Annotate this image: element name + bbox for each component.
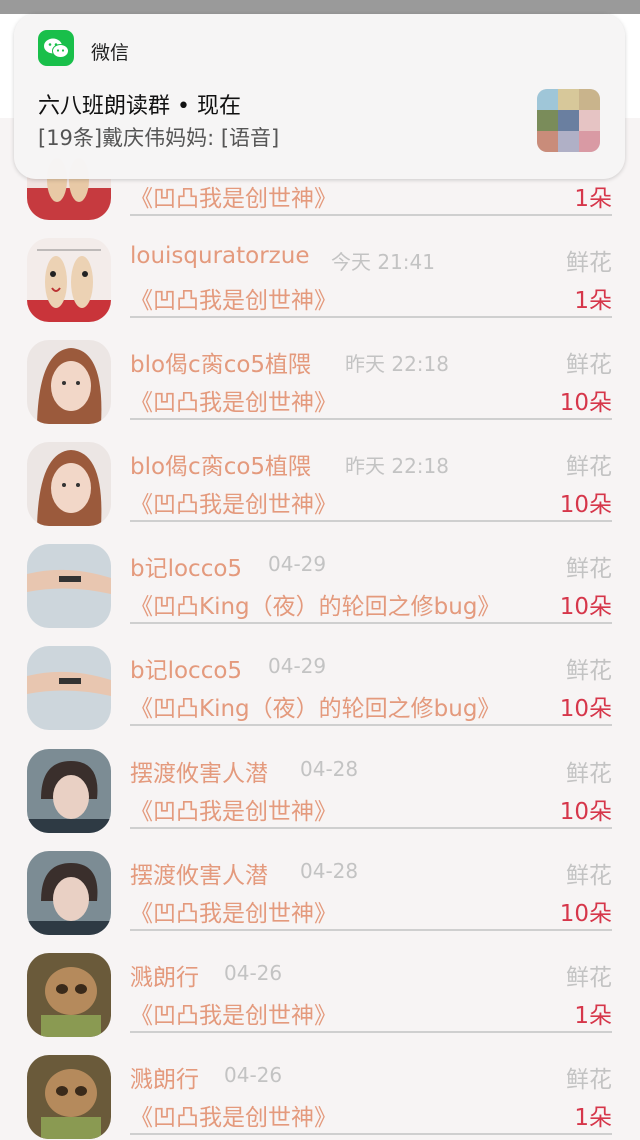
- list-item[interactable]: 溅朗行 04-26 鲜花 《凹凸我是创世神》 1朵: [0, 936, 640, 1038]
- user-name[interactable]: b记locco5: [130, 549, 242, 583]
- list-item[interactable]: 摆渡攸害人潜 04-28 鲜花 《凹凸我是创世神》 10朵: [0, 732, 640, 834]
- timestamp: 04-29: [268, 552, 327, 576]
- work-title[interactable]: 《凹凸我是创世神》: [130, 383, 337, 417]
- row-divider: [130, 622, 612, 624]
- group-avatar-grid: [537, 89, 600, 152]
- user-name[interactable]: 摆渡攸害人潜: [130, 754, 268, 788]
- row-divider: [130, 316, 612, 318]
- row-divider: [130, 418, 612, 420]
- avatar[interactable]: [27, 544, 111, 628]
- gift-amount: 10朵: [559, 799, 612, 825]
- wechat-icon: [38, 30, 74, 66]
- gift-amount: 10朵: [559, 492, 612, 518]
- work-title[interactable]: 《凹凸我是创世神》: [130, 894, 337, 928]
- avatar[interactable]: [27, 238, 111, 322]
- gift-amount: 1朵: [574, 186, 612, 212]
- gift-amount: 1朵: [574, 1105, 612, 1131]
- avatar[interactable]: [27, 749, 111, 833]
- notification-title: 六八班朗读群 • 现在: [38, 94, 241, 119]
- app-name: 微信: [91, 42, 130, 64]
- work-title[interactable]: 《凹凸我是创世神》: [130, 485, 337, 519]
- gift-type: 鲜花: [566, 352, 612, 378]
- gift-type: 鲜花: [566, 863, 612, 889]
- user-name[interactable]: 溅朗行: [130, 958, 199, 992]
- work-title[interactable]: 《凹凸我是创世神》: [130, 996, 337, 1030]
- timestamp: 04-26: [224, 961, 283, 985]
- list-item[interactable]: 溅朗行 04-26 鲜花 《凹凸我是创世神》 1朵: [0, 1038, 640, 1140]
- list-item[interactable]: blo偈c脔co5植隈 昨天 22:18 鲜花 《凹凸我是创世神》 10朵: [0, 425, 640, 527]
- user-name[interactable]: 溅朗行: [130, 1060, 199, 1094]
- user-name[interactable]: 摆渡攸害人潜: [130, 856, 268, 890]
- user-name[interactable]: blo偈c脔co5植隈: [130, 345, 311, 379]
- list-item[interactable]: blo偈c脔co5植隈 昨天 22:18 鲜花 《凹凸我是创世神》 10朵: [0, 323, 640, 425]
- work-title[interactable]: 《凹凸King（夜）的轮回之修bug》: [130, 587, 500, 621]
- timestamp: 04-28: [300, 757, 359, 781]
- timestamp: 昨天 22:18: [345, 352, 449, 376]
- row-divider: [130, 929, 612, 931]
- gift-amount: 10朵: [559, 901, 612, 927]
- list-item[interactable]: b记locco5 04-29 鲜花 《凹凸King（夜）的轮回之修bug》 10…: [0, 527, 640, 629]
- gift-type: 鲜花: [566, 658, 612, 684]
- list-item[interactable]: 摆渡攸害人潜 04-28 鲜花 《凹凸我是创世神》 10朵: [0, 834, 640, 936]
- timestamp: 今天 21:41: [331, 250, 435, 274]
- work-title[interactable]: 《凹凸King（夜）的轮回之修bug》: [130, 689, 500, 723]
- gift-type: 鲜花: [566, 761, 612, 787]
- work-title[interactable]: 《凹凸我是创世神》: [130, 1098, 337, 1132]
- work-title[interactable]: 《凹凸我是创世神》: [130, 281, 337, 315]
- work-title[interactable]: 《凹凸我是创世神》: [130, 792, 337, 826]
- avatar[interactable]: [27, 646, 111, 730]
- avatar[interactable]: [27, 851, 111, 935]
- list-item[interactable]: b记locco5 04-29 鲜花 《凹凸King（夜）的轮回之修bug》 10…: [0, 629, 640, 731]
- row-divider: [130, 724, 612, 726]
- gift-amount: 1朵: [574, 288, 612, 314]
- gift-type: 鲜花: [566, 556, 612, 582]
- row-divider: [130, 1133, 612, 1135]
- timestamp: 04-28: [300, 859, 359, 883]
- avatar[interactable]: [27, 442, 111, 526]
- row-divider: [130, 214, 612, 216]
- user-name[interactable]: b记locco5: [130, 651, 242, 685]
- row-divider: [130, 827, 612, 829]
- gift-type: 鲜花: [566, 454, 612, 480]
- timestamp: 04-29: [268, 654, 327, 678]
- gift-type: 鲜花: [566, 1067, 612, 1093]
- gift-amount: 10朵: [559, 594, 612, 620]
- user-name[interactable]: blo偈c脔co5植隈: [130, 447, 311, 481]
- list-item[interactable]: louisquratorzue 今天 21:41 鲜花 《凹凸我是创世神》 1朵: [0, 221, 640, 323]
- gift-type: 鲜花: [566, 965, 612, 991]
- gift-amount: 10朵: [559, 696, 612, 722]
- row-divider: [130, 1031, 612, 1033]
- avatar[interactable]: [27, 953, 111, 1037]
- work-title: 《凹凸我是创世神》: [130, 186, 337, 212]
- gift-amount: 1朵: [574, 1003, 612, 1029]
- avatar[interactable]: [27, 1055, 111, 1139]
- avatar[interactable]: [27, 340, 111, 424]
- timestamp: 04-26: [224, 1063, 283, 1087]
- gift-type: 鲜花: [566, 250, 612, 276]
- notification-body: [19条]戴庆伟妈妈: [语音]: [38, 126, 280, 150]
- row-divider: [130, 520, 612, 522]
- notification-banner[interactable]: 微信 六八班朗读群 • 现在 [19条]戴庆伟妈妈: [语音]: [14, 14, 625, 179]
- user-name[interactable]: louisquratorzue: [130, 243, 310, 269]
- gift-amount: 10朵: [559, 390, 612, 416]
- timestamp: 昨天 22:18: [345, 454, 449, 478]
